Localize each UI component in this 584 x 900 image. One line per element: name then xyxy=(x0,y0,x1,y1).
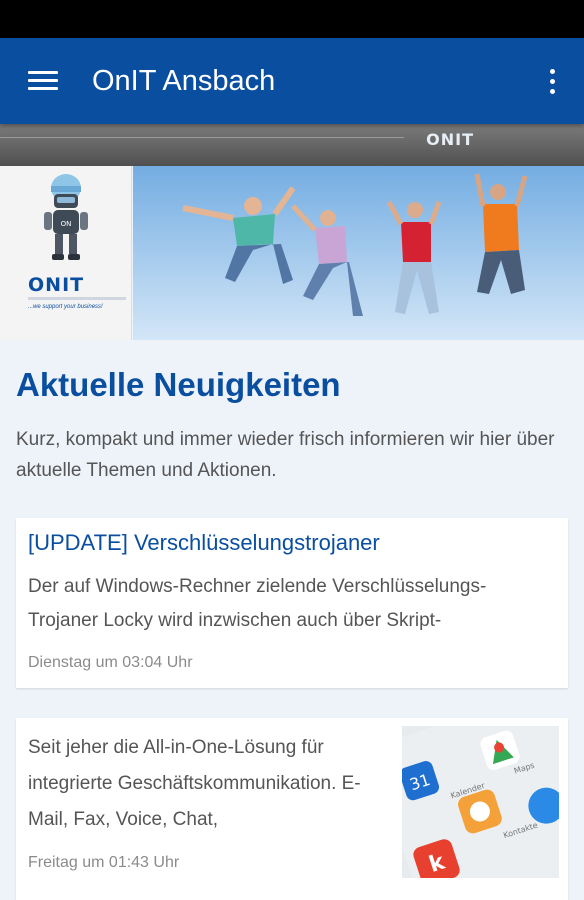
news-card-date: Dienstag um 03:04 Uhr xyxy=(28,654,193,671)
banner-logo-panel: ON ONIT ...we support your business! xyxy=(0,166,132,340)
header-banner: ONIT ON ONIT ...we support your business… xyxy=(0,124,584,340)
jumping-people-photo xyxy=(133,166,584,340)
news-card-text: Der auf Windows-Rechner zielende Verschl… xyxy=(28,576,487,631)
news-card-title[interactable]: [UPDATE] Verschlüsselungstrojaner xyxy=(28,530,380,556)
news-card-date: Freitag um 01:43 Uhr xyxy=(28,854,180,871)
app-bar: OnIT Ansbach xyxy=(0,38,584,124)
banner-strip: ONIT xyxy=(0,124,584,166)
navigation-drawer-button[interactable] xyxy=(0,38,86,124)
section-heading: Aktuelle Neuigkeiten xyxy=(16,366,341,403)
svg-text:ON: ON xyxy=(61,220,72,228)
onit-logo: ONIT ...we support your business! xyxy=(28,274,126,310)
more-vert-icon xyxy=(549,68,555,74)
app-icons-thumbnail: 31 Kalender Maps Kontakte k xyxy=(402,726,559,878)
robot-mascot-icon: ON xyxy=(44,174,88,260)
news-card-text: Seit jeher die All-in-One-Lösung für int… xyxy=(28,737,361,830)
hamburger-menu-icon xyxy=(28,71,58,91)
banner-strip-logo: ONIT xyxy=(426,130,474,149)
overflow-menu-button[interactable] xyxy=(520,38,584,124)
section-intro: Kurz, kompakt und immer wieder frisch in… xyxy=(16,429,555,481)
app-title: OnIT Ansbach xyxy=(92,64,276,97)
logo-tagline: ...we support your business! xyxy=(28,304,103,310)
news-card[interactable]: Seit jeher die All-in-One-Lösung für int… xyxy=(16,718,568,900)
news-card[interactable]: [UPDATE] Verschlüsselungstrojaner Der au… xyxy=(16,518,568,688)
status-bar xyxy=(0,0,584,38)
